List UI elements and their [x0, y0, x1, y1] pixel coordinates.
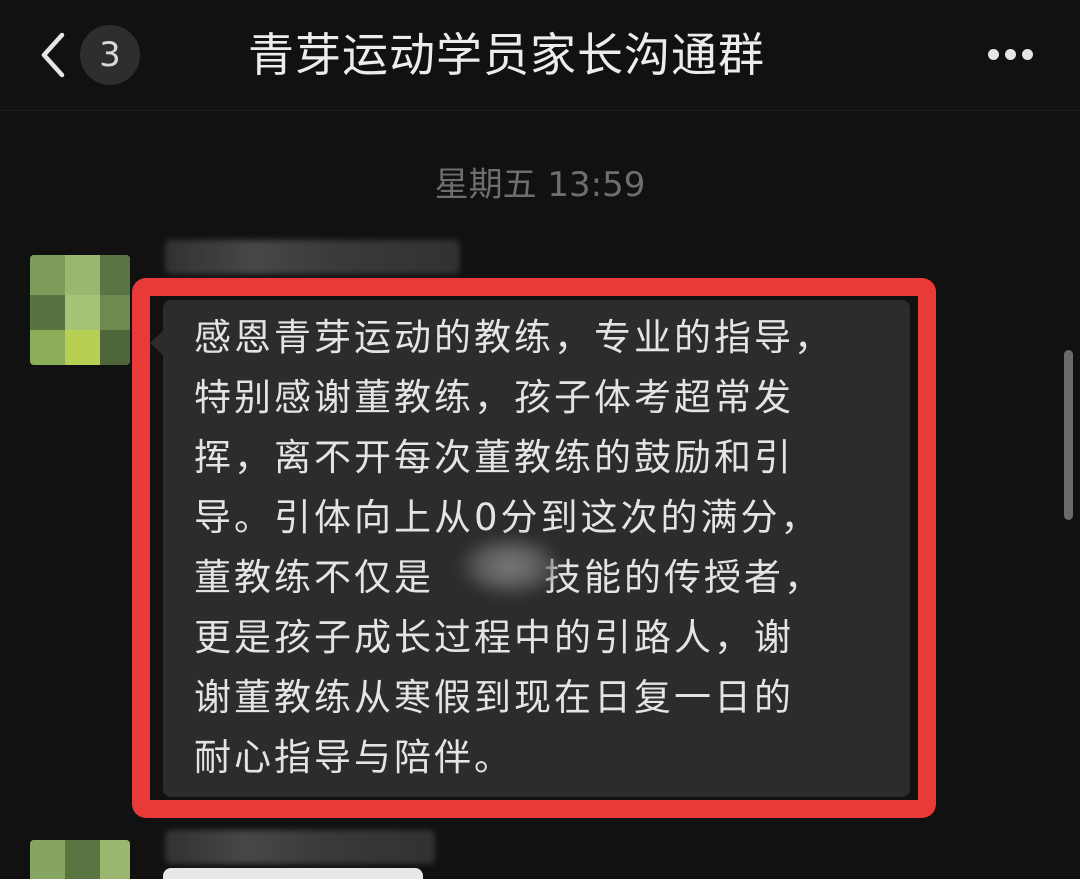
more-dot — [1022, 49, 1033, 60]
sender-name-blurred — [165, 240, 460, 274]
avatar-mosaic — [65, 295, 100, 330]
chat-header: 3 青芽运动学员家长沟通群 — [0, 0, 1080, 111]
avatar-mosaic — [30, 295, 65, 330]
avatar-mosaic — [100, 295, 130, 330]
chat-title: 青芽运动学员家长沟通群 — [248, 28, 765, 82]
avatar-mosaic — [100, 330, 130, 365]
more-dots-icon — [988, 49, 999, 60]
more-button[interactable] — [980, 40, 1040, 70]
sender-avatar[interactable] — [30, 255, 130, 365]
chat-screen: 3 青芽运动学员家长沟通群 星期五 13:59 感恩青芽运动的教练，专业的指导，… — [0, 0, 1080, 879]
avatar-mosaic — [100, 255, 130, 295]
avatar-mosaic — [65, 840, 100, 879]
unread-count-badge[interactable]: 3 — [80, 25, 140, 85]
scrollbar[interactable] — [1064, 350, 1073, 520]
avatar-mosaic — [30, 255, 65, 295]
avatar-mosaic — [65, 255, 100, 295]
avatar-mosaic — [30, 330, 65, 365]
chevron-left-icon — [41, 32, 65, 78]
more-dot — [1005, 49, 1016, 60]
sender-avatar[interactable] — [30, 840, 130, 879]
highlight-box — [132, 278, 936, 818]
message-timestamp: 星期五 13:59 — [434, 165, 646, 205]
avatar-mosaic — [65, 330, 100, 365]
sender-name-blurred — [165, 830, 435, 864]
avatar-mosaic — [100, 840, 130, 879]
back-button[interactable] — [30, 25, 80, 85]
avatar-mosaic — [30, 840, 65, 879]
next-message-bubble[interactable] — [163, 868, 423, 879]
